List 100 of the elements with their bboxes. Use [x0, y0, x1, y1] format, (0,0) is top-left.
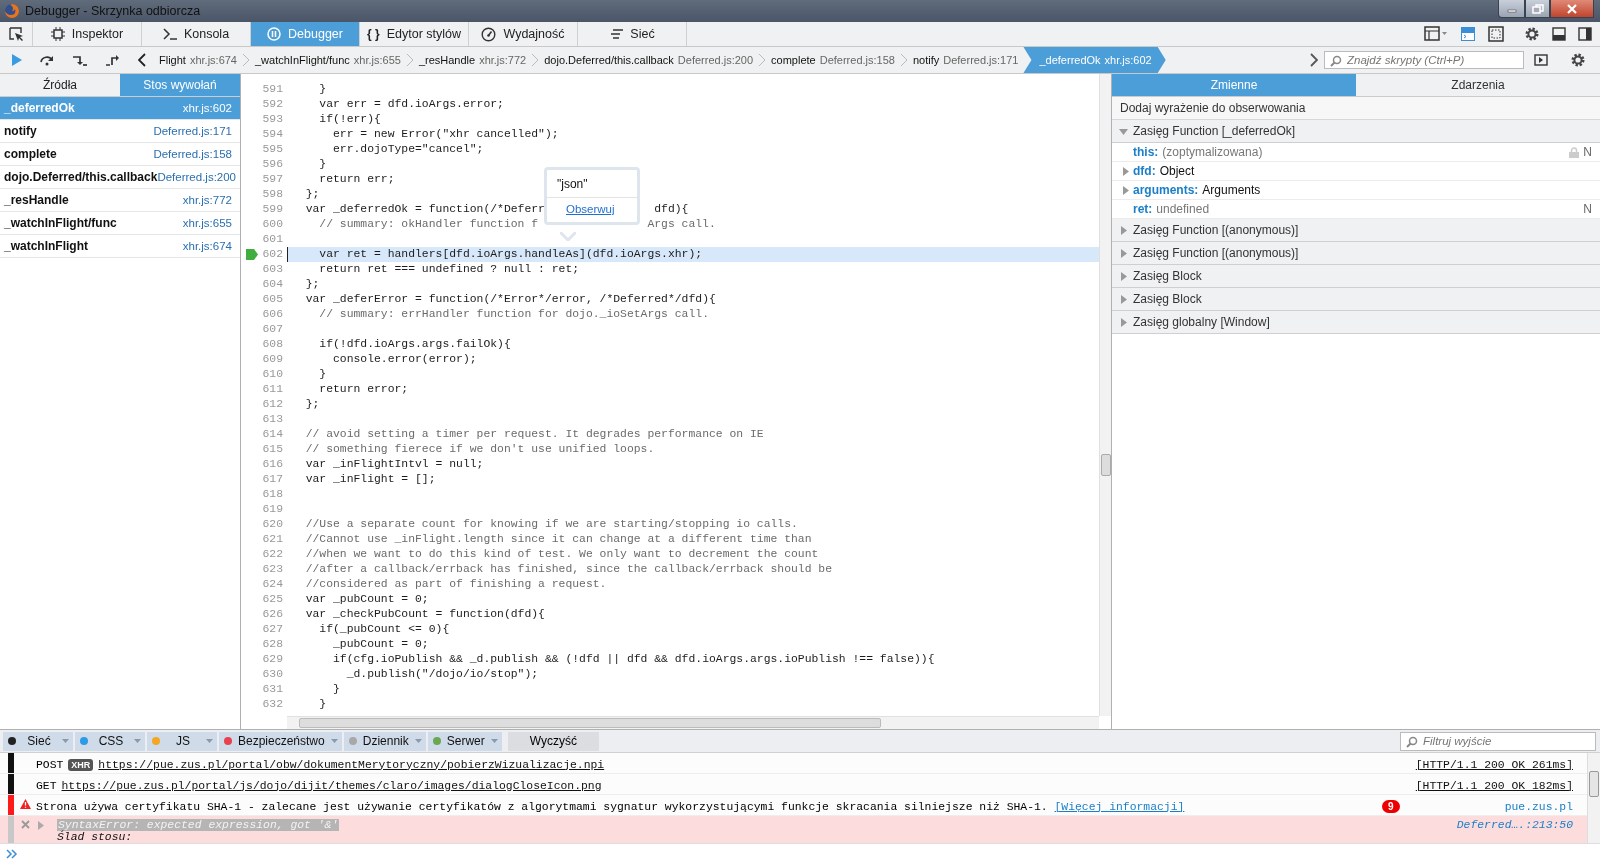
scope-header[interactable]: Zasięg Function [(anonymous)]: [1112, 242, 1600, 265]
variable-entry[interactable]: arguments: Arguments: [1133, 183, 1261, 197]
layout-icon[interactable]: [1424, 26, 1448, 42]
disclosure-triangle-icon[interactable]: [1119, 248, 1128, 258]
breadcrumb[interactable]: _watchInFlight/func xhr.js:655: [250, 47, 406, 73]
settings-icon[interactable]: [1570, 52, 1586, 68]
filter-button[interactable]: Bezpieczeństwo: [219, 731, 342, 751]
stack-frame[interactable]: complete Deferred.js:158: [0, 143, 240, 166]
disclosure-triangle-icon[interactable]: [1119, 317, 1128, 327]
code-line: //considered as part of finishing a request.: [304, 577, 607, 592]
disclosure-triangle-icon[interactable]: [1119, 126, 1128, 136]
scope-label: Zasięg globalny [Window]: [1133, 315, 1270, 329]
filter-button[interactable]: Serwer: [427, 731, 502, 751]
watch-link[interactable]: Obserwuj: [547, 198, 637, 222]
filter-field[interactable]: Filtruj wyjście: [1400, 731, 1596, 751]
dropdown-caret-icon[interactable]: [330, 739, 338, 743]
tool-tab[interactable]: Wydajność: [469, 22, 578, 46]
tool-tab[interactable]: Inspektor: [33, 22, 142, 46]
scope-header[interactable]: Zasięg Function [(anonymous)]: [1112, 219, 1600, 242]
code-line: //Cannot use _inFlight.length since it can change at a different time than: [304, 532, 812, 547]
step-over-icon[interactable]: [39, 54, 55, 66]
element-picker-icon[interactable]: [8, 26, 24, 42]
disclosure-triangle-icon[interactable]: [1122, 185, 1129, 195]
filter-button[interactable]: Sieć: [3, 731, 73, 751]
scope-header[interactable]: Zasięg Block: [1112, 265, 1600, 288]
scrollbar[interactable]: [1099, 74, 1111, 716]
search-field[interactable]: Znajdź skrypty (Ctrl+P): [1324, 51, 1524, 69]
breakpoint-marker[interactable]: [246, 249, 258, 260]
minimize-button[interactable]: [1498, 0, 1525, 18]
split-console-icon[interactable]: [1460, 26, 1476, 42]
scrollbar[interactable]: [1587, 753, 1600, 843]
request-url[interactable]: https://pue.zus.pl/portal/js/dojo/dijit/themes/claro/images/dialogCloseIcon.png: [61, 779, 602, 792]
disclosure-triangle-icon[interactable]: [1119, 225, 1128, 235]
close-icon: [1566, 3, 1578, 14]
maximize-button[interactable]: [1525, 0, 1550, 18]
watch-expression-field[interactable]: Dodaj wyrażenie do obserwowania: [1112, 97, 1600, 120]
stack-frame[interactable]: notify Deferred.js:171: [0, 120, 240, 143]
stack-frame[interactable]: dojo.Deferred/this.callbackDeferred.js:200: [0, 166, 240, 189]
filter-button[interactable]: JS: [147, 731, 217, 751]
breadcrumb[interactable]: _resHandle xhr.js:772: [413, 47, 532, 73]
code-line: // something fierece if we don't use unified loops.: [304, 442, 655, 457]
chevron-icon: [899, 53, 908, 67]
variable-entry[interactable]: ret: undefined: [1133, 202, 1210, 216]
toggle-panel-icon[interactable]: [1534, 54, 1548, 66]
forward-chevron-icon[interactable]: [1310, 53, 1318, 67]
disclosure-triangle-icon[interactable]: [38, 821, 44, 830]
variable-entry[interactable]: dfd: Object: [1133, 164, 1195, 178]
dock-side-icon[interactable]: [1578, 27, 1592, 41]
filter-button[interactable]: Dziennik: [343, 731, 426, 751]
scrollbar[interactable]: [287, 716, 1099, 729]
breadcrumb[interactable]: notify Deferred.js:171: [907, 47, 1024, 73]
panel-tab[interactable]: Zdarzenia: [1356, 74, 1600, 96]
code-line: return err;: [318, 172, 395, 187]
scope-label: Zasięg Block: [1133, 292, 1202, 306]
line-number: 615: [262, 442, 283, 457]
variable-entry[interactable]: this: (zoptymalizowana): [1133, 145, 1263, 159]
step-in-icon[interactable]: [72, 54, 88, 66]
disclosure-triangle-icon[interactable]: [1119, 271, 1128, 281]
prompt-chevrons-icon[interactable]: [6, 848, 18, 859]
response-status[interactable]: [HTTP/1.1 200 OK 261ms]: [1415, 758, 1573, 771]
disclosure-triangle-icon[interactable]: [1119, 294, 1128, 304]
scope-label: Zasięg Function [(anonymous)]: [1133, 246, 1299, 260]
scope-header[interactable]: Zasięg Function [_deferredOk]: [1112, 120, 1600, 143]
code-line: };: [304, 397, 320, 412]
response-status[interactable]: [HTTP/1.1 200 OK 182ms]: [1415, 779, 1573, 792]
clear-button[interactable]: Wyczyść: [507, 731, 599, 751]
resume-icon[interactable]: [12, 54, 22, 66]
more-info-link[interactable]: [Więcej informacji]: [1054, 800, 1185, 813]
back-chevron-icon[interactable]: [138, 53, 146, 67]
breadcrumb[interactable]: dojo.Deferred/this.callback Deferred.js:200: [539, 47, 759, 73]
step-out-icon[interactable]: [105, 54, 121, 66]
breadcrumb[interactable]: Flight xhr.js:674: [154, 47, 242, 73]
dropdown-caret-icon[interactable]: [62, 739, 69, 743]
tool-tab[interactable]: { } Edytor stylów: [360, 22, 469, 46]
stack-frame[interactable]: _watchInFlight/func xhr.js:655: [0, 212, 240, 235]
stack-frame[interactable]: _resHandle xhr.js:772: [0, 189, 240, 212]
source-link[interactable]: pue.zus.pl: [1504, 800, 1573, 813]
filter-button[interactable]: CSS: [75, 731, 145, 751]
dropdown-caret-icon[interactable]: [414, 739, 422, 743]
line-number: 594: [262, 127, 283, 142]
stack-frame[interactable]: _watchInFlight xhr.js:674: [0, 235, 240, 258]
error-message: SyntaxError: expected expression, got '&': [57, 819, 340, 831]
dropdown-caret-icon[interactable]: [206, 739, 213, 743]
scope-header[interactable]: Zasięg globalny [Window]: [1112, 311, 1600, 334]
breadcrumb[interactable]: complete Deferred.js:158: [766, 47, 900, 73]
line-number: 607: [262, 322, 283, 337]
line-number: 630: [262, 667, 283, 682]
tool-tab[interactable]: Sieć: [578, 22, 687, 46]
dock-bottom-icon[interactable]: [1552, 27, 1566, 41]
prompt-icon: [162, 28, 177, 40]
close-button[interactable]: [1550, 0, 1594, 18]
request-url[interactable]: https://pue.zus.pl/portal/obw/dokumentMerytoryczny/pobierzWizualizacje.npi: [98, 758, 605, 771]
settings-icon[interactable]: [1524, 26, 1540, 42]
frame-icon[interactable]: [1488, 26, 1504, 42]
disclosure-triangle-icon[interactable]: [1122, 166, 1129, 176]
dropdown-caret-icon[interactable]: [134, 739, 141, 743]
attribute-label: N: [1583, 202, 1592, 216]
panel-tab[interactable]: Źródła: [0, 74, 120, 96]
scope-header[interactable]: Zasięg Block: [1112, 288, 1600, 311]
dropdown-caret-icon[interactable]: [490, 739, 498, 743]
